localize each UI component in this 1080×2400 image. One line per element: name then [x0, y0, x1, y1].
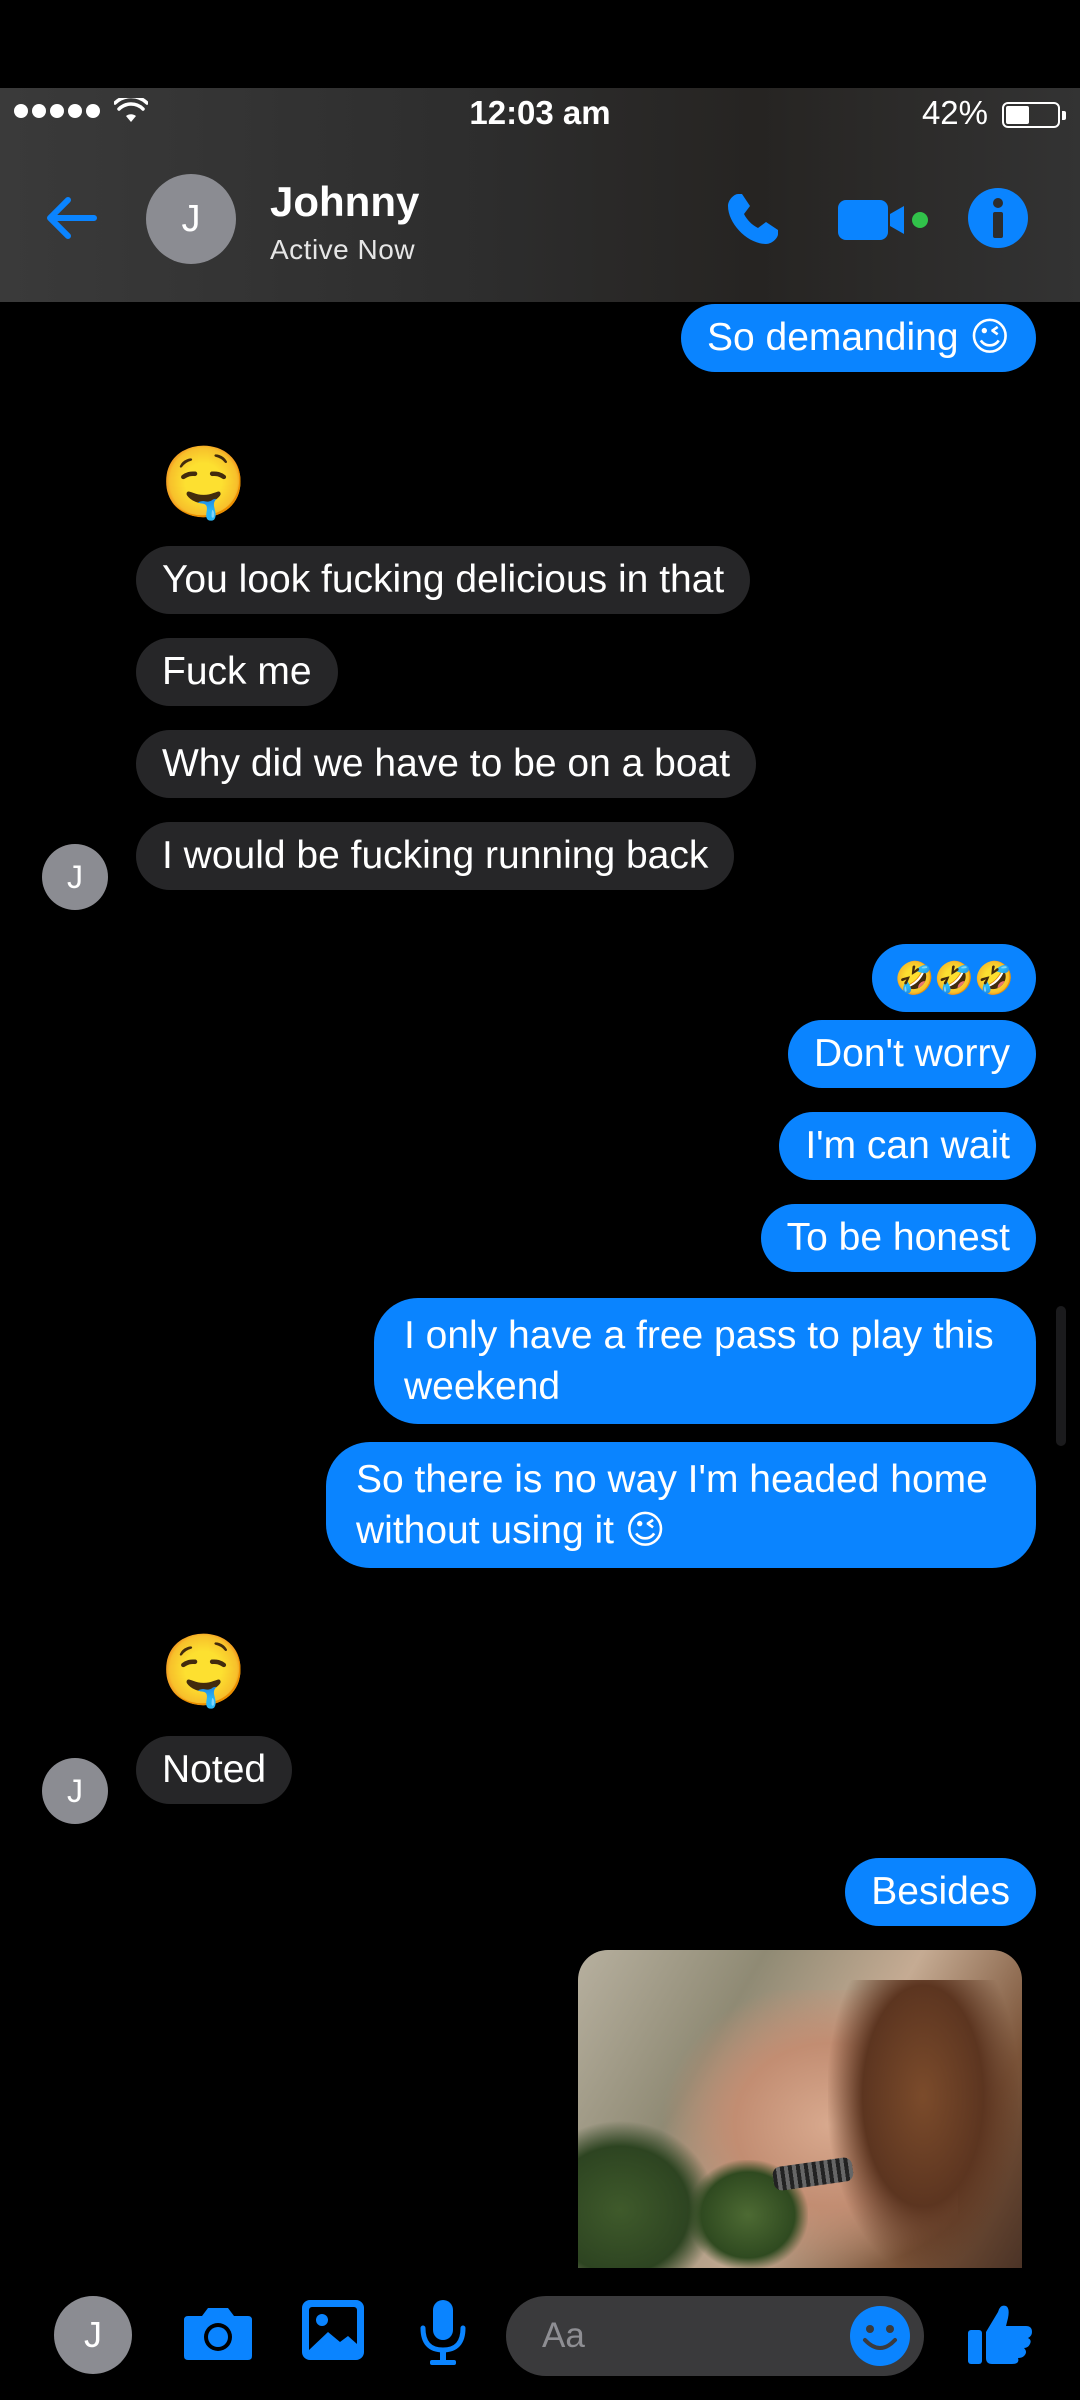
status-time: 12:03 am — [469, 94, 611, 131]
message-input[interactable] — [542, 2310, 842, 2362]
incoming-message[interactable]: Noted — [136, 1736, 293, 1804]
phone-icon[interactable] — [720, 188, 784, 252]
emoji-icon[interactable] — [848, 2304, 912, 2368]
avatar-initial: J — [84, 2314, 102, 2355]
avatar-initial: J — [67, 858, 83, 895]
status-bar: 12:03 am 42% — [0, 88, 1080, 140]
info-icon[interactable] — [966, 186, 1030, 250]
outgoing-message[interactable]: So demanding 😉 — [680, 304, 1036, 372]
scrollbar[interactable] — [1056, 1306, 1066, 1446]
outgoing-message[interactable]: To be honest — [760, 1204, 1036, 1272]
avatar-initial: J — [181, 197, 201, 240]
outgoing-emoji-message[interactable]: 🤣🤣🤣 — [872, 944, 1036, 1012]
microphone-icon[interactable] — [418, 2298, 468, 2368]
back-arrow-icon[interactable] — [40, 186, 104, 250]
video-camera-icon[interactable] — [838, 192, 930, 246]
battery-icon — [1002, 102, 1066, 128]
incoming-message[interactable]: Why did we have to be on a boat — [136, 730, 757, 798]
battery-percentage: 42% — [921, 94, 988, 131]
incoming-message[interactable]: Fuck me — [136, 638, 338, 706]
avatar-initial: J — [67, 1772, 83, 1809]
camera-icon[interactable] — [182, 2300, 254, 2364]
outgoing-message[interactable]: So there is no way I'm headed home witho… — [326, 1442, 1036, 1568]
outgoing-photo-message[interactable] — [578, 1950, 1022, 2268]
incoming-emoji-message[interactable]: 🤤 — [160, 1630, 247, 1710]
outgoing-message[interactable]: Don't worry — [788, 1020, 1036, 1088]
top-black-strip — [0, 0, 1080, 88]
gallery-icon[interactable] — [300, 2298, 366, 2362]
contact-name[interactable]: Johnny — [270, 178, 419, 226]
incoming-message[interactable]: I would be fucking running back — [136, 822, 735, 890]
chat-header: 12:03 am 42% J Johnny Active Now — [0, 88, 1080, 302]
incoming-emoji-message[interactable]: 🤤 — [160, 442, 247, 522]
sender-avatar[interactable]: J — [42, 1758, 108, 1824]
outgoing-message[interactable]: I'm can wait — [779, 1112, 1036, 1180]
outgoing-message[interactable]: I only have a free pass to play this wee… — [374, 1298, 1036, 1424]
user-avatar[interactable]: J — [54, 2296, 132, 2374]
incoming-message[interactable]: You look fucking delicious in that — [136, 546, 751, 614]
outgoing-message[interactable]: Besides — [845, 1858, 1036, 1926]
contact-avatar[interactable]: J — [146, 174, 236, 264]
thumbs-up-icon[interactable] — [966, 2300, 1034, 2368]
contact-status: Active Now — [270, 234, 416, 265]
sender-avatar[interactable]: J — [42, 844, 108, 910]
